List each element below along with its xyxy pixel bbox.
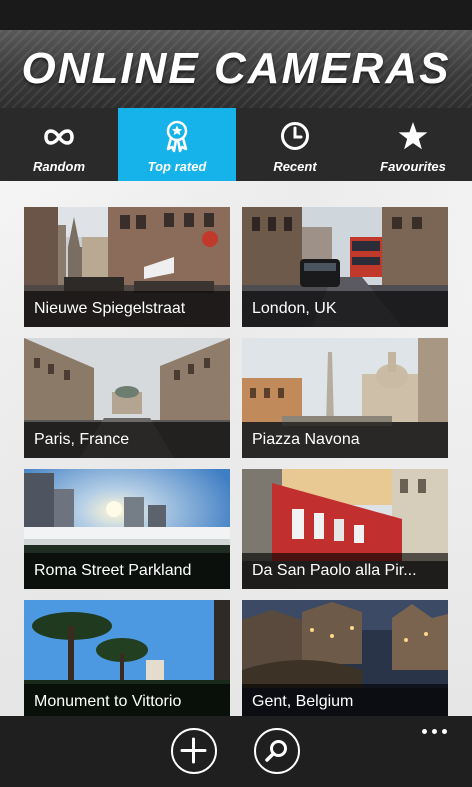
camera-tile[interactable]: Nieuwe Spiegelstraat	[24, 207, 230, 327]
camera-caption: Da San Paolo alla Pir...	[242, 553, 448, 589]
camera-name: Gent, Belgium	[252, 693, 354, 710]
tab-favourites[interactable]: Favourites	[354, 108, 472, 181]
camera-name: Piazza Navona	[252, 431, 360, 448]
camera-name: Nieuwe Spiegelstraat	[34, 300, 186, 317]
camera-caption: Monument to Vittorio	[24, 684, 230, 716]
camera-tile[interactable]: Gent, Belgium	[242, 600, 448, 716]
camera-caption: Gent, Belgium	[242, 684, 448, 716]
camera-grid: Nieuwe Spiegelstraat London, UK Paris, F…	[0, 181, 472, 716]
camera-caption: Piazza Navona	[242, 422, 448, 458]
tab-recent[interactable]: Recent	[236, 108, 354, 181]
camera-tile[interactable]: Da San Paolo alla Pir...	[242, 469, 448, 589]
clock-icon	[281, 122, 309, 150]
camera-name: Monument to Vittorio	[34, 693, 182, 710]
app-bar	[0, 716, 472, 787]
camera-name: Paris, France	[34, 431, 130, 448]
camera-tile[interactable]: Piazza Navona	[242, 338, 448, 458]
camera-tile[interactable]: London, UK	[242, 207, 448, 327]
camera-name: Roma Street Parkland	[34, 562, 192, 579]
infinity-icon	[44, 129, 74, 145]
app-header: ONLINE CAMERAS	[0, 30, 472, 108]
tab-random-label: Random	[33, 159, 85, 174]
star-icon	[398, 122, 428, 150]
tab-favourites-label: Favourites	[380, 159, 446, 174]
tab-top-rated-label: Top rated	[147, 159, 207, 174]
tab-recent-label: Recent	[273, 159, 317, 174]
camera-tile[interactable]: Monument to Vittorio	[24, 600, 230, 716]
tab-top-rated[interactable]: Top rated	[118, 108, 236, 181]
camera-name: Da San Paolo alla Pir...	[252, 562, 417, 579]
tab-bar: Random Top rated Recent Favourites	[0, 108, 472, 181]
search-button[interactable]	[254, 728, 300, 774]
status-bar	[0, 0, 472, 30]
camera-caption: Paris, France	[24, 422, 230, 458]
camera-tile[interactable]: Roma Street Parkland	[24, 469, 230, 589]
add-icon	[180, 737, 207, 764]
camera-caption: Nieuwe Spiegelstraat	[24, 291, 230, 327]
award-ribbon-icon	[166, 120, 188, 153]
camera-tile[interactable]: Paris, France	[24, 338, 230, 458]
camera-caption: London, UK	[242, 291, 448, 327]
app-title: ONLINE CAMERAS	[21, 44, 451, 93]
tab-random[interactable]: Random	[0, 108, 118, 181]
search-icon	[265, 740, 287, 762]
ellipsis-icon[interactable]	[422, 726, 452, 738]
camera-caption: Roma Street Parkland	[24, 553, 230, 589]
add-button[interactable]	[171, 728, 217, 774]
camera-name: London, UK	[252, 300, 337, 317]
